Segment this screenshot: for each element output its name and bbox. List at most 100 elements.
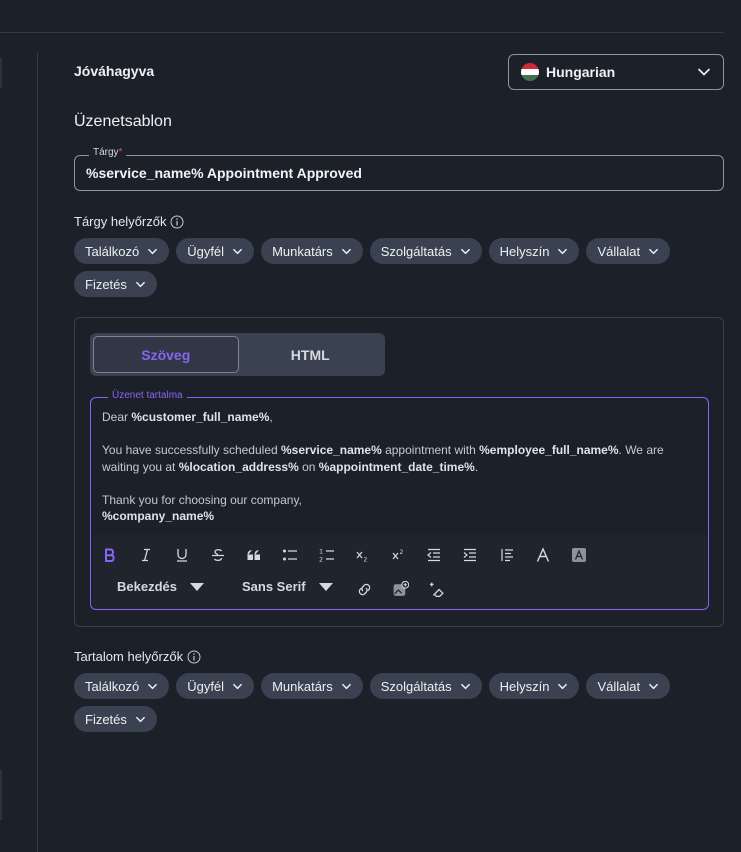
- chip-fizetes[interactable]: Fizetés: [74, 271, 157, 297]
- strikethrough-button[interactable]: [208, 545, 228, 565]
- chip-helyszin[interactable]: Helyszín: [488, 238, 580, 264]
- italic-button[interactable]: [136, 545, 156, 565]
- chevron-down-icon: [233, 248, 242, 254]
- chip-szolgaltatas[interactable]: Szolgáltatás: [369, 673, 482, 699]
- chip-label: Szolgáltatás: [380, 243, 452, 259]
- chip-label: Találkozó: [85, 678, 140, 694]
- superscript-button[interactable]: 2: [388, 545, 408, 565]
- info-icon[interactable]: [187, 650, 201, 664]
- info-icon[interactable]: [170, 215, 184, 229]
- subject-input[interactable]: %service_name% Appointment Approved: [86, 165, 362, 181]
- outdent-button[interactable]: [424, 545, 444, 565]
- placeholder-token: %employee_full_name%: [479, 443, 619, 457]
- blockquote-button[interactable]: [244, 545, 264, 565]
- editor-mode-tabs: Szöveg HTML: [90, 333, 385, 376]
- status-title: Jóváhagyva: [74, 63, 155, 79]
- paragraph-format-select[interactable]: Bekezdés: [117, 579, 204, 594]
- insert-image-button[interactable]: [390, 579, 410, 599]
- outdent-icon: [427, 548, 440, 562]
- language-select[interactable]: Hungarian: [508, 54, 724, 90]
- superscript-icon: 2: [392, 549, 404, 560]
- chevron-down-icon: [460, 248, 470, 254]
- content-line: Thank you for choosing our company,: [102, 492, 698, 509]
- subject-label: Tárgy*: [89, 147, 127, 158]
- chevron-down-icon: [460, 683, 470, 689]
- chip-fizetes[interactable]: Fizetés: [74, 706, 157, 732]
- italic-icon: [142, 548, 150, 562]
- chevron-down-icon: [136, 716, 145, 722]
- placeholder-token: %service_name%: [281, 443, 382, 457]
- svg-text:1: 1: [319, 548, 323, 556]
- text-run: .: [474, 459, 479, 474]
- text-run: appointment with: [381, 443, 480, 457]
- sidebar-edge: [0, 770, 2, 820]
- subscript-button[interactable]: 2: [352, 545, 372, 565]
- required-mark: *: [118, 147, 123, 158]
- chip-vallalat[interactable]: Vállalat: [586, 673, 671, 699]
- subject-placeholders-label-text: Tárgy helyőrzők: [74, 214, 167, 229]
- chevron-down-icon: [649, 683, 658, 689]
- caret-down-icon: [318, 582, 333, 591]
- chip-ugyfel[interactable]: Ügyfél: [176, 238, 255, 264]
- chevron-down-icon: [649, 248, 658, 254]
- content-line: %company_name%: [102, 508, 698, 525]
- numbered-list-button[interactable]: 12: [317, 545, 337, 565]
- chip-helyszin[interactable]: Helyszín: [488, 673, 580, 699]
- text-direction-button[interactable]: [497, 545, 517, 565]
- image-add-icon: [393, 580, 409, 596]
- chip-talalkozo[interactable]: Találkozó: [74, 673, 170, 699]
- editor-card: Szöveg HTML Üzenet tartalma Dear %custom…: [74, 317, 724, 627]
- subject-field[interactable]: Tárgy* %service_name% Appointment Approv…: [74, 147, 724, 191]
- bold-button[interactable]: [100, 545, 120, 565]
- editor-toolbar: 12 2 2 Bekezdés Sans Serif: [92, 535, 707, 609]
- chip-ugyfel[interactable]: Ügyfél: [176, 673, 255, 699]
- chip-label: Helyszín: [499, 243, 550, 259]
- chip-label: Találkozó: [85, 243, 140, 259]
- placeholder-token: %company_name%: [102, 509, 215, 523]
- bullet-list-button[interactable]: [280, 545, 300, 565]
- link-button[interactable]: [354, 579, 374, 599]
- message-content-field[interactable]: Üzenet tartalma Dear %customer_full_name…: [90, 390, 709, 610]
- placeholder-token: %customer_full_name%: [131, 410, 270, 424]
- template-heading: Üzenetsablon: [74, 113, 172, 130]
- chevron-down-icon: [558, 683, 568, 689]
- content-placeholder-chips: Találkozó Ügyfél Munkatárs Szolgáltatás …: [74, 673, 724, 732]
- sidebar-edge: [0, 58, 2, 88]
- chip-munkatars[interactable]: Munkatárs: [261, 238, 363, 264]
- quote-icon: [247, 550, 260, 560]
- text-run: on: [298, 459, 319, 474]
- indent-icon: [463, 548, 476, 562]
- text-direction-icon: [501, 549, 513, 562]
- chevron-down-icon: [698, 68, 710, 76]
- content-blank-line: [102, 426, 698, 443]
- chip-szolgaltatas[interactable]: Szolgáltatás: [369, 238, 482, 264]
- indent-button[interactable]: [460, 545, 480, 565]
- hungary-flag-icon: [521, 63, 539, 81]
- font-family-select[interactable]: Sans Serif: [242, 579, 333, 594]
- tab-text[interactable]: Szöveg: [93, 336, 239, 373]
- clear-formatting-button[interactable]: [426, 579, 446, 599]
- underline-icon: [177, 549, 187, 562]
- chip-munkatars[interactable]: Munkatárs: [261, 673, 363, 699]
- tab-html[interactable]: HTML: [239, 336, 383, 373]
- font-family-label: Sans Serif: [242, 579, 306, 594]
- link-icon: [358, 583, 370, 595]
- chip-label: Fizetés: [85, 276, 127, 292]
- font-color-button[interactable]: [533, 545, 553, 565]
- sidebar-divider: [37, 52, 38, 852]
- subject-placeholder-chips: Találkozó Ügyfél Munkatárs Szolgáltatás …: [74, 238, 724, 297]
- chip-label: Vállalat: [597, 678, 641, 694]
- chip-label: Vállalat: [597, 243, 641, 259]
- font-color-icon: [536, 547, 550, 562]
- message-content-editor[interactable]: Dear %customer_full_name%, You have succ…: [102, 409, 698, 525]
- chip-talalkozo[interactable]: Találkozó: [74, 238, 170, 264]
- eraser-icon: [429, 582, 444, 597]
- background-color-button[interactable]: [569, 545, 589, 565]
- chip-vallalat[interactable]: Vállalat: [586, 238, 671, 264]
- flag-stripe-bottom: [521, 75, 539, 81]
- placeholder-token: %appointment_date_time%: [318, 459, 475, 474]
- chevron-down-icon: [148, 248, 158, 254]
- chip-label: Munkatárs: [272, 243, 333, 259]
- strikethrough-icon: [212, 549, 224, 562]
- underline-button[interactable]: [172, 545, 192, 565]
